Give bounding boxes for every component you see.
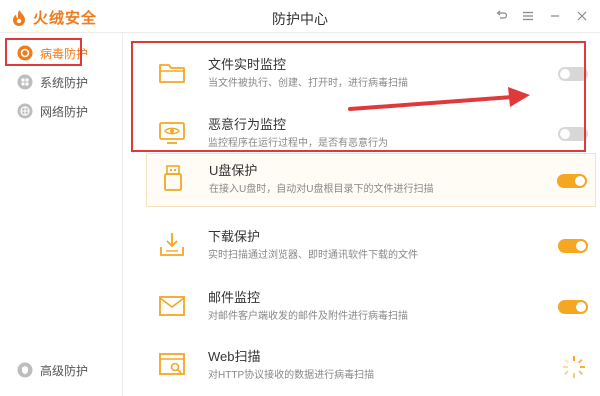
loading-spinner-icon bbox=[563, 356, 585, 378]
download-icon bbox=[160, 233, 184, 256]
minimize-button[interactable] bbox=[545, 6, 565, 26]
minimize-icon bbox=[551, 15, 559, 17]
usb-drive-icon bbox=[164, 165, 182, 191]
sidebar-item-label: 系统防护 bbox=[40, 75, 89, 90]
list-item-web-scan: Web扫描 对HTTP协议接收的数据进行病毒扫描 bbox=[146, 337, 596, 396]
sidebar-item-label: 网络防护 bbox=[40, 104, 89, 119]
toggle-knob bbox=[576, 302, 586, 312]
item-title: Web扫描 bbox=[208, 349, 261, 364]
title-bar: 火绒安全 防护中心 bbox=[0, 0, 600, 33]
item-title: 下载保护 bbox=[208, 229, 261, 244]
toggle-knob bbox=[576, 241, 586, 251]
window-controls bbox=[484, 6, 592, 26]
web-scan-icon bbox=[159, 353, 185, 375]
list-item-mail-monitor: 邮件监控 对邮件客户端收发的邮件及附件进行病毒扫描 bbox=[146, 278, 596, 338]
menu-icon bbox=[523, 11, 533, 21]
sidebar-item-advanced-protection[interactable]: 高级防护 bbox=[10, 357, 116, 383]
close-icon bbox=[577, 11, 587, 21]
sidebar-item-system-protection[interactable]: 系统防护 bbox=[10, 69, 116, 95]
windows-icon bbox=[17, 74, 33, 90]
globe-icon bbox=[17, 103, 33, 119]
item-description: 对HTTP协议接收的数据进行病毒扫描 bbox=[208, 370, 375, 381]
list-item-download-protection: 下载保护 实时扫描通过浏览器、即时通讯软件下载的文件 bbox=[146, 217, 596, 277]
back-button[interactable] bbox=[491, 6, 511, 26]
item-description: 在接入U盘时，自动对U盘根目录下的文件进行扫描 bbox=[209, 184, 434, 195]
item-description: 实时扫描通过浏览器、即时通讯软件下载的文件 bbox=[208, 250, 418, 261]
item-title: U盘保护 bbox=[209, 163, 258, 178]
back-icon bbox=[496, 10, 507, 19]
close-button[interactable] bbox=[572, 6, 592, 26]
annotation-arrow-icon bbox=[348, 87, 530, 111]
toggle-knob bbox=[575, 176, 585, 186]
annotation-box-sidebar bbox=[5, 38, 82, 66]
item-description: 对邮件客户端收发的邮件及附件进行病毒扫描 bbox=[208, 311, 408, 322]
menu-button[interactable] bbox=[518, 6, 538, 26]
mail-monitor-toggle[interactable] bbox=[558, 300, 588, 314]
list-item-usb-protection: U盘保护 在接入U盘时，自动对U盘根目录下的文件进行扫描 bbox=[146, 153, 596, 207]
download-protection-toggle[interactable] bbox=[558, 239, 588, 253]
sidebar: 病毒防护 系统防护 网络防护 高级防护 bbox=[0, 33, 123, 396]
item-title: 邮件监控 bbox=[208, 290, 261, 305]
sidebar-item-label: 高级防护 bbox=[40, 363, 89, 378]
mail-icon bbox=[159, 296, 185, 316]
advanced-shield-icon bbox=[17, 362, 33, 378]
sidebar-item-network-protection[interactable]: 网络防护 bbox=[10, 98, 116, 124]
usb-protection-toggle[interactable] bbox=[557, 174, 587, 188]
